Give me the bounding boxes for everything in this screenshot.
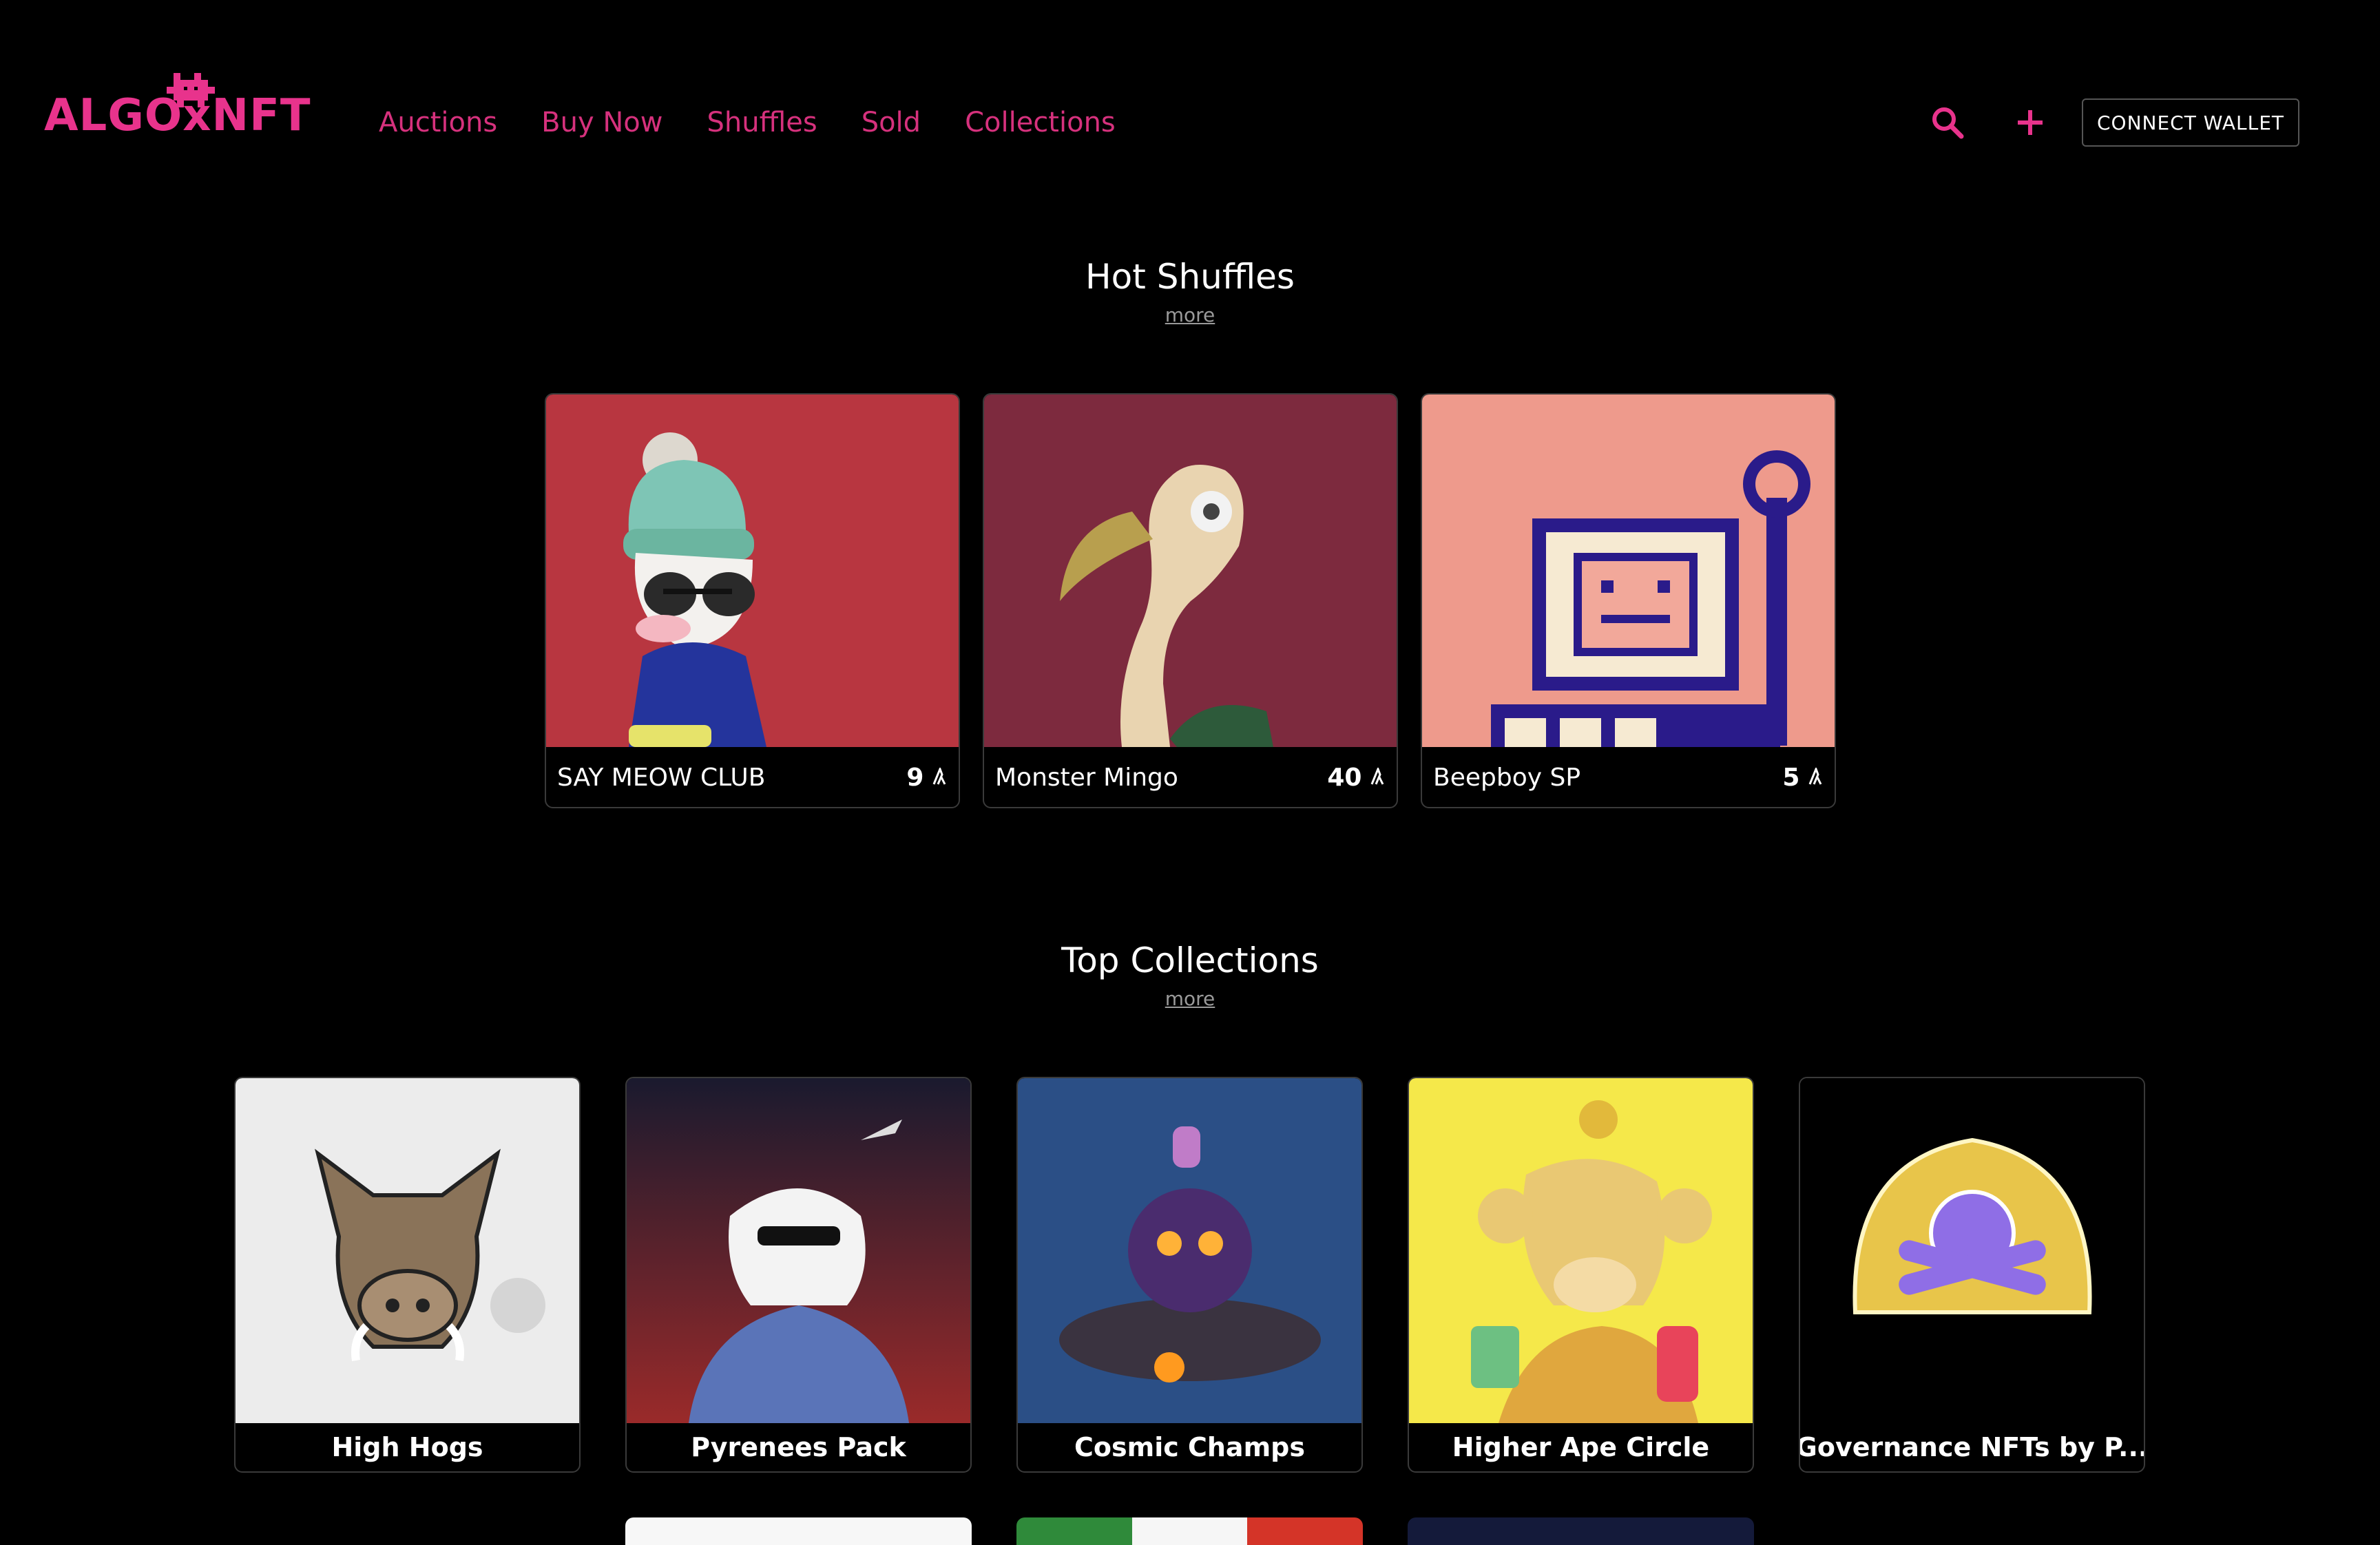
governance-nfts-artwork	[1800, 1078, 2144, 1423]
collection-card-partial[interactable]	[1408, 1517, 1754, 1545]
algoxnft-logo[interactable]: ALGOxNFT	[44, 73, 310, 142]
shuffle-card-footer: Monster Mingo 40	[984, 747, 1397, 807]
collection-name: Pyrenees Pack	[691, 1432, 906, 1462]
collection-name: Higher Ape Circle	[1452, 1432, 1710, 1462]
shuffle-card-monster-mingo[interactable]: Monster Mingo 40	[983, 393, 1398, 808]
hot-shuffles-title: Hot Shuffles	[1085, 257, 1295, 297]
algo-icon	[1808, 766, 1822, 785]
top-collections-more-link[interactable]: more	[0, 987, 2380, 1010]
collection-card-higher-ape-circle[interactable]: Higher Ape Circle	[1408, 1077, 1754, 1473]
high-hogs-artwork	[236, 1078, 579, 1423]
collection-card-high-hogs[interactable]: High Hogs	[234, 1077, 581, 1473]
nav-sold[interactable]: Sold	[862, 103, 921, 142]
collection-name: Governance NFTs by P...	[1799, 1432, 2145, 1462]
collection-name: Cosmic Champs	[1074, 1432, 1305, 1462]
collection-card-partial[interactable]	[625, 1517, 972, 1545]
shuffle-name: SAY MEOW CLUB	[557, 763, 766, 792]
shuffle-card-say-meow-club[interactable]: SAY MEOW CLUB 9	[545, 393, 960, 808]
nav-shuffles[interactable]: Shuffles	[707, 103, 817, 142]
pyrenees-pack-artwork	[627, 1078, 970, 1423]
algo-icon	[932, 766, 946, 785]
monster-mingo-artwork	[984, 395, 1397, 747]
collection-card-governance-nfts[interactable]: Governance NFTs by P...	[1799, 1077, 2145, 1473]
collection-card-partial[interactable]	[1016, 1517, 1363, 1545]
search-button[interactable]	[1928, 103, 1967, 142]
shuffle-card-footer: SAY MEOW CLUB 9	[546, 747, 959, 807]
connect-wallet-button[interactable]: CONNECT WALLET	[2082, 98, 2299, 147]
higher-ape-circle-artwork	[1409, 1078, 1753, 1423]
shuffle-price: 40	[1327, 764, 1386, 792]
shuffle-card-footer: Beepboy SP 5	[1422, 747, 1835, 807]
cosmic-champs-artwork	[1018, 1078, 1361, 1423]
create-button[interactable]	[2011, 103, 2049, 142]
shuffle-card-beepboy-sp[interactable]: Beepboy SP 5	[1421, 393, 1836, 808]
say-meow-club-artwork	[546, 395, 959, 747]
collection-name: High Hogs	[331, 1432, 483, 1462]
shuffle-name: Beepboy SP	[1433, 763, 1581, 792]
nav-collections[interactable]: Collections	[965, 103, 1116, 142]
nav-buy-now[interactable]: Buy Now	[541, 103, 662, 142]
main-nav: Auctions Buy Now Shuffles Sold Collectio…	[379, 103, 1116, 142]
top-collections-title: Top Collections	[1061, 940, 1319, 980]
plus-icon	[2018, 110, 2043, 135]
collection-card-pyrenees-pack[interactable]: Pyrenees Pack	[625, 1077, 972, 1473]
shuffle-name: Monster Mingo	[995, 763, 1178, 792]
beepboy-sp-artwork	[1422, 395, 1835, 747]
search-icon	[1932, 107, 1964, 139]
collection-card-cosmic-champs[interactable]: Cosmic Champs	[1016, 1077, 1363, 1473]
shuffle-price: 5	[1782, 764, 1824, 792]
partial-collection-artwork	[1016, 1517, 1363, 1545]
nav-auctions[interactable]: Auctions	[379, 103, 497, 142]
logo-wordmark: ALGOxNFT	[44, 90, 311, 141]
top-navigation-bar: ALGOxNFT Auctions Buy Now Shuffles Sold …	[0, 0, 2380, 207]
algo-icon	[1370, 766, 1384, 785]
shuffle-price: 9	[906, 764, 948, 792]
hot-shuffles-more-link[interactable]: more	[0, 304, 2380, 326]
